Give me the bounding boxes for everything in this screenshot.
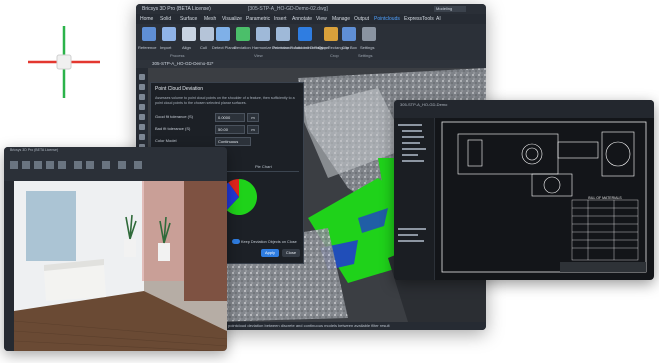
structure-tree [398, 124, 426, 242]
clip-box-icon[interactable] [342, 27, 356, 41]
crop-icon[interactable] [324, 27, 338, 41]
cull-button-label: Cull [200, 45, 207, 50]
main-titlebar: Bricsys 3D Pro (BETA License) [305-STP-A… [136, 4, 486, 14]
tool-icon[interactable] [139, 104, 145, 110]
bad-fit-unit[interactable]: m [247, 125, 259, 134]
status-text: pointcloud deviation between discrete an… [228, 323, 390, 328]
tab-pie-chart[interactable]: Pie Chart [255, 164, 272, 169]
tab-annotate[interactable]: Annotate [292, 14, 312, 24]
bad-fit-input[interactable]: 50.00 [215, 125, 245, 134]
tab-parametric[interactable]: Parametric [246, 14, 270, 24]
group-settings-label: Settings [358, 53, 373, 58]
interior-render[interactable] [14, 181, 227, 351]
tab-view[interactable]: View [316, 14, 327, 24]
mechanical-drawing: BILL OF MATERIALS [441, 121, 647, 273]
keep-objects-toggle[interactable] [232, 239, 240, 244]
drawing-window: 305-STP-A_HO-GD-Demo BILL OF MATERIALS [394, 100, 654, 280]
interior-window: Bricsys 3D Pro (BETA License) [4, 147, 227, 351]
tab-mesh[interactable]: Mesh [204, 14, 216, 24]
interior-toolbar: Bricsys 3D Pro (BETA License) [4, 147, 227, 181]
bad-fit-label: Bad fit tolerance (S) [155, 126, 191, 131]
good-fit-unit[interactable]: m [247, 113, 259, 122]
tab-home[interactable]: Home [140, 14, 153, 24]
file-tab[interactable]: 305-STP-A_HO-GD-Demo-02* [152, 60, 214, 68]
tab-output[interactable]: Output [354, 14, 369, 24]
clip-box-button-label: Clip Box [342, 45, 357, 50]
tool-icon[interactable] [139, 74, 145, 80]
tool-icon[interactable] [139, 114, 145, 120]
tab-solid[interactable]: Solid [160, 14, 171, 24]
drawing-toolbar: 305-STP-A_HO-GD-Demo [394, 100, 654, 118]
reference-icon[interactable] [142, 27, 156, 41]
tool-icon[interactable] [139, 84, 145, 90]
main-window-title: Bricsys 3D Pro (BETA License) [142, 6, 211, 12]
tool-icon[interactable] [139, 94, 145, 100]
autodetect-icon[interactable] [298, 27, 312, 41]
file-tab-bar: 305-STP-A_HO-GD-Demo-02* [136, 60, 486, 68]
keep-objects-label: Keep Deviation Objects on Close [241, 240, 297, 244]
tool-icon[interactable] [139, 124, 145, 130]
settings-button-label: Settings [360, 45, 375, 50]
interior-title: Bricsys 3D Pro (BETA License) [10, 148, 59, 152]
dialog-title: Point Cloud Deviation [155, 86, 204, 92]
align-button-label: Align [182, 45, 191, 50]
detect-planar-button-label: Detect Planar [212, 45, 237, 50]
import-button-label: Import [160, 45, 172, 50]
ribbon-tabs: Home Solid Surface Mesh Visualize Parame… [136, 14, 486, 24]
workspace-select[interactable]: Modeling [434, 6, 466, 12]
dialog-description: Assesses volume to point cloud points on… [155, 96, 295, 105]
tab-visualize[interactable]: Visualize [222, 14, 242, 24]
settings-icon[interactable] [362, 27, 376, 41]
tool-icon[interactable] [139, 134, 145, 140]
cull-icon[interactable] [200, 27, 214, 41]
tab-manage[interactable]: Manage [332, 14, 350, 24]
good-fit-input[interactable]: 0.0000 [215, 113, 245, 122]
tab-insert[interactable]: Insert [274, 14, 287, 24]
color-model-select[interactable]: Continuous [215, 137, 251, 146]
tab-expresstools[interactable]: ExpressTools [404, 14, 434, 24]
tab-ai[interactable]: AI [436, 14, 441, 24]
good-fit-row: Good fit tolerance (S) 0.0000 m [155, 113, 299, 122]
detect-planar-icon[interactable] [216, 27, 230, 41]
reference-button-label: Reference [138, 45, 157, 50]
close-button[interactable]: Close [282, 249, 300, 257]
align-icon[interactable] [182, 27, 196, 41]
ribbon-panel: Reference Import Align Cull Detect Plana… [136, 24, 486, 61]
good-fit-label: Good fit tolerance (S) [155, 114, 194, 119]
group-process-label: Process [170, 53, 185, 58]
drawing-structure-panel [394, 118, 435, 280]
bad-fit-row: Bad fit tolerance (S) 50.00 m [155, 125, 299, 134]
drawing-title: 305-STP-A_HO-GD-Demo [400, 102, 448, 107]
color-model-label: Color Model [155, 138, 177, 143]
tab-pointclouds[interactable]: Pointclouds [374, 14, 400, 24]
tab-surface[interactable]: Surface [180, 14, 197, 24]
import-icon[interactable] [162, 27, 176, 41]
deviation-icon[interactable] [236, 27, 250, 41]
group-view-label: View [254, 53, 263, 58]
interior-left-toolbar [4, 181, 14, 351]
deviation-button-label: Deviation [234, 45, 251, 50]
harmonize-icon[interactable] [256, 27, 270, 41]
color-model-row: Color Model Continuous [155, 137, 299, 146]
main-document-name: [305-STP-A_HO-GD-Demo-02.dwg] [248, 6, 328, 12]
decrease-density-icon[interactable] [276, 27, 290, 41]
bom-title: BILL OF MATERIALS [588, 196, 622, 200]
interior-ribbon [10, 161, 142, 169]
ucs-icon [28, 26, 100, 98]
group-crop-label: Crop [330, 53, 339, 58]
apply-button[interactable]: Apply [261, 249, 279, 257]
